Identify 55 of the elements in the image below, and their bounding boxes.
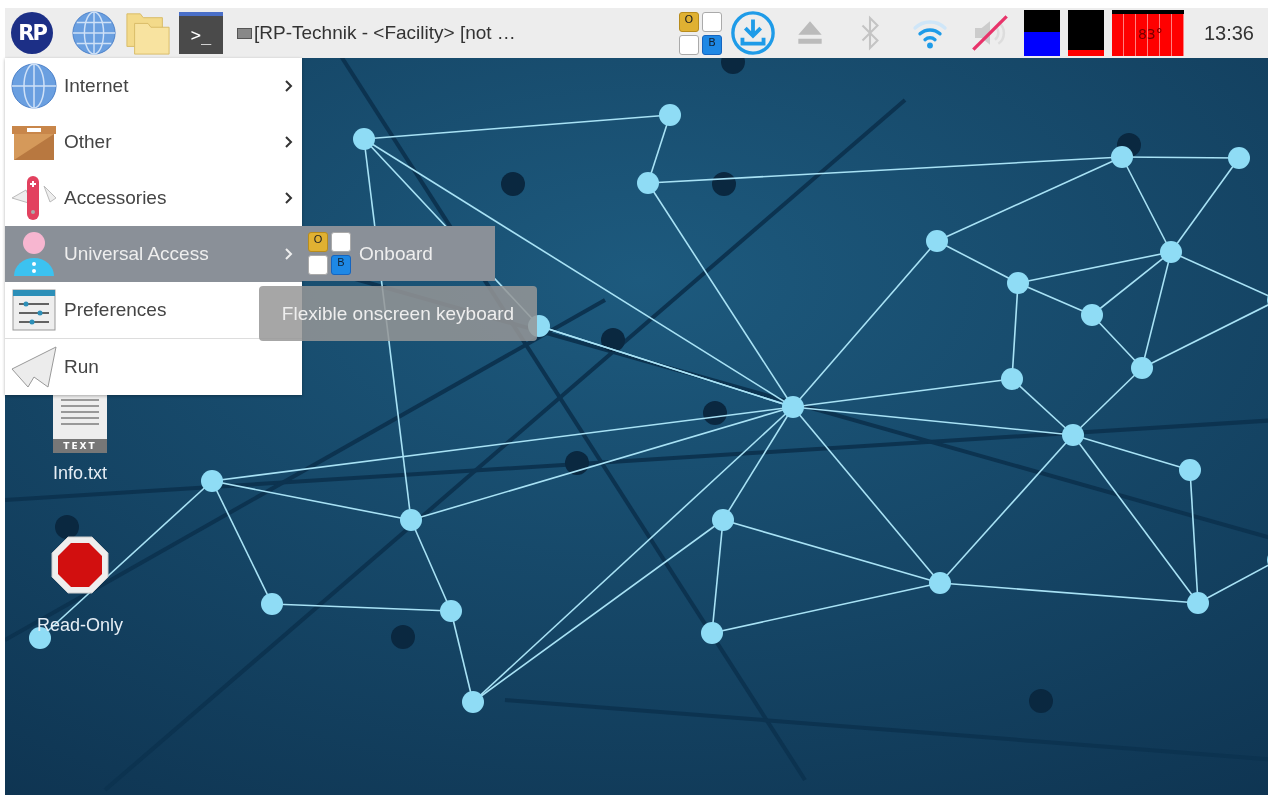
network-node (55, 515, 79, 539)
stop-sign-icon[interactable] (50, 535, 110, 595)
network-node (1160, 241, 1182, 263)
menu-logo-button[interactable]: RP (11, 12, 53, 54)
network-node (440, 600, 462, 622)
network-node (1062, 424, 1084, 446)
menu-item[interactable]: Other (5, 114, 302, 170)
network-node (391, 625, 415, 649)
file-type-label: TEXT (53, 439, 107, 453)
download-icon[interactable] (729, 10, 776, 56)
terminal-button[interactable]: >_ (179, 12, 223, 54)
network-node (501, 172, 525, 196)
network-node (782, 396, 804, 418)
network-node (201, 470, 223, 492)
network-node (712, 172, 736, 196)
menu-item[interactable]: Internet (5, 58, 302, 114)
keyboard-button[interactable]: O B (678, 11, 722, 55)
network-node (721, 58, 745, 74)
usage-meter (1023, 10, 1060, 56)
network-node (1029, 689, 1053, 713)
network-node (1187, 592, 1209, 614)
paper-plane-icon (10, 343, 58, 391)
desktop-icon-label[interactable]: Info.txt (53, 463, 107, 484)
globe-icon[interactable] (71, 10, 117, 56)
menu-item[interactable]: O B Onboard (302, 226, 495, 281)
network-node (1131, 357, 1153, 379)
globe-icon (10, 62, 58, 110)
network-node (659, 104, 681, 126)
network-node (601, 328, 625, 352)
menu-item[interactable]: Accessories (5, 170, 302, 226)
usage-meter (1067, 10, 1104, 56)
clock[interactable]: 13:36 (1203, 21, 1254, 45)
sliders-icon (10, 286, 58, 334)
network-node (703, 401, 727, 425)
network-node (637, 172, 659, 194)
network-node (1007, 272, 1029, 294)
network-node (1179, 459, 1201, 481)
network-node (400, 509, 422, 531)
network-node (261, 593, 283, 615)
tooltip: Flexible onscreen keyboard (259, 286, 537, 341)
network-node (1111, 146, 1133, 168)
pocket-knife-icon (10, 174, 58, 222)
folder-icon[interactable] (125, 10, 171, 56)
network-node (1001, 368, 1023, 390)
taskbar-window-button[interactable]: [RP-Technik - <Facility> [not … (237, 22, 657, 44)
network-node (712, 509, 734, 531)
muted-speaker-icon[interactable] (969, 13, 1010, 53)
network-node (1081, 304, 1103, 326)
network-node (462, 691, 484, 713)
network-node (353, 128, 375, 150)
network-node (1228, 147, 1250, 169)
network-node (565, 451, 589, 475)
network-node (926, 230, 948, 252)
network-node (701, 622, 723, 644)
network-node (929, 572, 951, 594)
